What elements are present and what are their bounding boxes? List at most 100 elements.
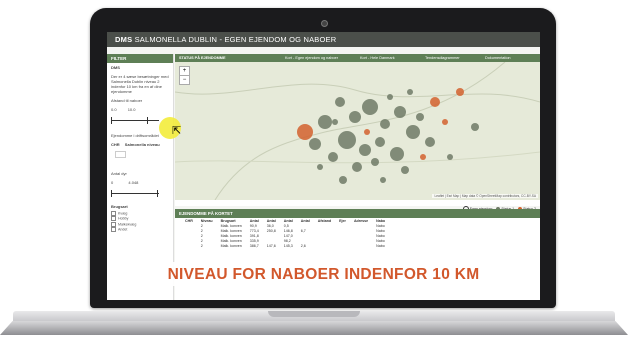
status1-marker[interactable] xyxy=(425,137,435,147)
status2-marker[interactable] xyxy=(442,119,448,125)
checkbox-icon[interactable] xyxy=(111,216,116,222)
table-row[interactable]: 2 Malk. konven 386,7 147,6 145,3 2,6 Nabo xyxy=(181,243,389,248)
owner-chip[interactable] xyxy=(115,151,126,158)
intro-text: Der er 4 sæse besætninger med Salmonella… xyxy=(111,74,169,94)
table-cell: Malk. konven xyxy=(220,228,242,233)
tab-hele-danmark[interactable]: Kort - Hele Danmark xyxy=(360,56,395,60)
status2-marker[interactable] xyxy=(297,124,313,140)
table-body: 2 Malk. konven 90,9 36,0 0,5 Nabo 2 Malk. konve… xyxy=(181,223,389,248)
status1-marker[interactable] xyxy=(359,144,371,156)
filter-title: FILTER xyxy=(107,54,173,63)
table-cell: 145,3 xyxy=(283,243,293,248)
checkbox-icon[interactable] xyxy=(111,211,116,216)
caption-banner: NIVEAU FOR NABOER INDENFOR 10 KM xyxy=(107,262,540,286)
checkbox-label: Kvæg xyxy=(118,211,128,216)
dms-label: DMS xyxy=(111,65,120,70)
owner-col1: CHR xyxy=(111,142,120,147)
status1-marker[interactable] xyxy=(335,97,345,107)
owner-list xyxy=(107,149,173,169)
table-cell xyxy=(335,243,350,248)
map-view[interactable]: + − Leaflet | Esri Map | Map data © Open… xyxy=(174,61,540,201)
status1-marker[interactable] xyxy=(394,106,406,118)
app-title: DMS SALMONELLA DUBLIN - EGEN EJENDOM OG … xyxy=(115,35,336,44)
table-cell: Malk. konven xyxy=(220,233,242,238)
checkbox-title: Brugsart xyxy=(111,204,128,209)
tab-dokumentation[interactable]: Dokumentation xyxy=(485,56,511,60)
slider1-min: 0.0 xyxy=(111,107,117,112)
tab-egen-ejendom[interactable]: Kort - Egen ejendom og naboer xyxy=(285,56,338,60)
status1-marker[interactable] xyxy=(401,166,409,174)
status1-marker[interactable] xyxy=(328,152,338,162)
slider2-values: 0 4.048 xyxy=(107,178,173,187)
status1-marker[interactable] xyxy=(375,137,385,147)
laptop-base-bottom xyxy=(0,321,628,335)
table-cell: 386,7 xyxy=(249,243,259,248)
map-canvas[interactable] xyxy=(174,61,540,201)
checkbox-icon[interactable] xyxy=(111,227,116,233)
status1-marker[interactable] xyxy=(387,94,393,100)
slider-handle-min[interactable] xyxy=(111,117,112,124)
tab-status[interactable]: STATUS PÅ EJENDOMME xyxy=(179,56,225,60)
status2-marker[interactable] xyxy=(456,88,464,96)
tab-tendens[interactable]: Tendensdiagrammer xyxy=(425,56,460,60)
checkbox-label: Andet xyxy=(118,227,128,232)
slider-track xyxy=(111,120,159,121)
status2-marker[interactable] xyxy=(430,97,440,107)
status1-marker[interactable] xyxy=(309,138,321,150)
zoom-out-button[interactable]: − xyxy=(180,76,189,84)
caption-text: NIVEAU FOR NABOER INDENFOR 10 KM xyxy=(167,266,480,283)
owner-header: CHR Salmonella niveau xyxy=(107,140,173,149)
app-title-prefix: DMS xyxy=(115,35,133,44)
table-cell: 2 xyxy=(200,243,203,248)
slider-handle-min[interactable] xyxy=(111,190,112,197)
slider-handle-max[interactable] xyxy=(157,190,158,197)
status1-marker[interactable] xyxy=(380,177,386,183)
checkbox-icon[interactable] xyxy=(111,221,116,227)
slider2-min: 0 xyxy=(111,180,114,185)
map-markers xyxy=(297,88,479,184)
status1-marker[interactable] xyxy=(349,111,361,123)
owner-col2: Salmonella niveau xyxy=(124,142,160,147)
status1-marker[interactable] xyxy=(406,125,420,139)
table-title: EJENDOMME PÅ KORTET xyxy=(175,209,540,218)
status1-marker[interactable] xyxy=(332,119,338,125)
status2-marker[interactable] xyxy=(420,154,426,160)
table-cell: 2,6 xyxy=(300,243,306,248)
status1-marker[interactable] xyxy=(338,131,356,149)
slider-track xyxy=(111,193,159,194)
properties-table: CHR Niveau Brugsart Antal Antal Antal Antal Afs… xyxy=(181,218,389,248)
slider1-max: 10.0 xyxy=(127,107,136,112)
zoom-control: + − xyxy=(179,66,190,85)
table-panel: EJENDOMME PÅ KORTET CHR Niveau Brugsart Ant… xyxy=(175,209,540,300)
status1-marker[interactable] xyxy=(318,115,332,129)
slider2-label: Antal dyr xyxy=(111,171,127,176)
checkbox-andet[interactable]: Andet xyxy=(107,227,173,233)
webcam-icon xyxy=(321,20,328,27)
status1-marker[interactable] xyxy=(416,113,424,121)
app-title-text: SALMONELLA DUBLIN - EGEN EJENDOM OG NABO… xyxy=(134,35,337,44)
status1-marker[interactable] xyxy=(362,99,378,115)
status1-marker[interactable] xyxy=(339,176,347,184)
zoom-in-button[interactable]: + xyxy=(180,67,189,76)
app-header: DMS SALMONELLA DUBLIN - EGEN EJENDOM OG … xyxy=(107,32,540,47)
status1-marker[interactable] xyxy=(390,147,404,161)
status1-marker[interactable] xyxy=(447,154,453,160)
screen: DMS SALMONELLA DUBLIN - EGEN EJENDOM OG … xyxy=(107,32,540,300)
table-cell: 147,6 xyxy=(266,243,276,248)
status1-marker[interactable] xyxy=(317,164,323,170)
slider2-max: 4.048 xyxy=(128,180,139,185)
slider-handle-max[interactable] xyxy=(147,117,148,124)
cursor-icon: ⇱ xyxy=(172,125,182,137)
status1-marker[interactable] xyxy=(352,162,362,172)
table-cell: Nabo xyxy=(376,243,385,248)
status1-marker[interactable] xyxy=(471,123,479,131)
table-cell xyxy=(181,243,197,248)
slider1-values: 0.0 10.0 xyxy=(107,105,173,114)
status1-marker[interactable] xyxy=(371,158,379,166)
animals-slider[interactable] xyxy=(111,190,169,197)
status2-marker[interactable] xyxy=(364,129,370,135)
map-attribution[interactable]: Leaflet | Esri Map | Map data © OpenStre… xyxy=(432,194,538,198)
table-cell: Malk. konven xyxy=(220,223,242,228)
status1-marker[interactable] xyxy=(407,89,413,95)
status1-marker[interactable] xyxy=(380,119,390,129)
